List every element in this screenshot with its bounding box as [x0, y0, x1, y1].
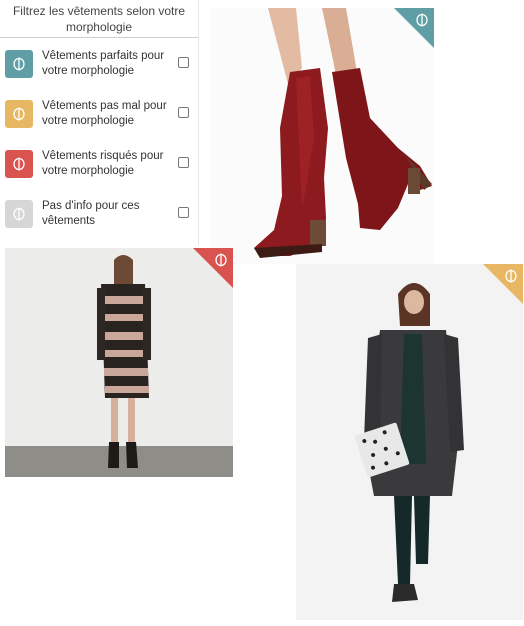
filter-option-label: Pas d'info pour ces vêtements [42, 200, 140, 227]
filter-option-label: Vêtements pas mal pour votre morphologie [42, 100, 167, 127]
morphology-phi-icon [5, 200, 33, 228]
morphology-phi-icon [215, 253, 227, 267]
morphology-phi-icon [505, 269, 517, 283]
filter-option-checkbox[interactable] [178, 57, 189, 68]
filter-option-no-info[interactable]: Pas d'info pour ces vêtements [0, 194, 198, 234]
morphology-phi-icon [5, 100, 33, 128]
product-card-grey-coat[interactable] [296, 264, 523, 620]
morphology-phi-icon [5, 50, 33, 78]
filter-option-checkbox[interactable] [178, 107, 189, 118]
filter-title: Filtrez les vêtements selon votre morpho… [0, 0, 198, 38]
filter-option-checkbox[interactable] [178, 157, 189, 168]
filter-option-perfect[interactable]: Vêtements parfaits pour votre morphologi… [0, 44, 198, 84]
filter-option-good[interactable]: Vêtements pas mal pour votre morphologie [0, 94, 198, 134]
morphology-phi-icon [5, 150, 33, 178]
filter-option-label: Vêtements risqués pour votre morphologie [42, 150, 164, 177]
product-card-striped-dress[interactable] [5, 248, 233, 477]
morphology-phi-icon [416, 13, 428, 27]
product-card-red-boots[interactable] [210, 8, 434, 264]
morphology-filter-panel: Filtrez les vêtements selon votre morpho… [0, 0, 199, 245]
filter-option-label: Vêtements parfaits pour votre morphologi… [42, 50, 165, 77]
grey-coat-photo [296, 264, 523, 620]
filter-option-checkbox[interactable] [178, 207, 189, 218]
filter-option-risky[interactable]: Vêtements risqués pour votre morphologie [0, 144, 198, 184]
